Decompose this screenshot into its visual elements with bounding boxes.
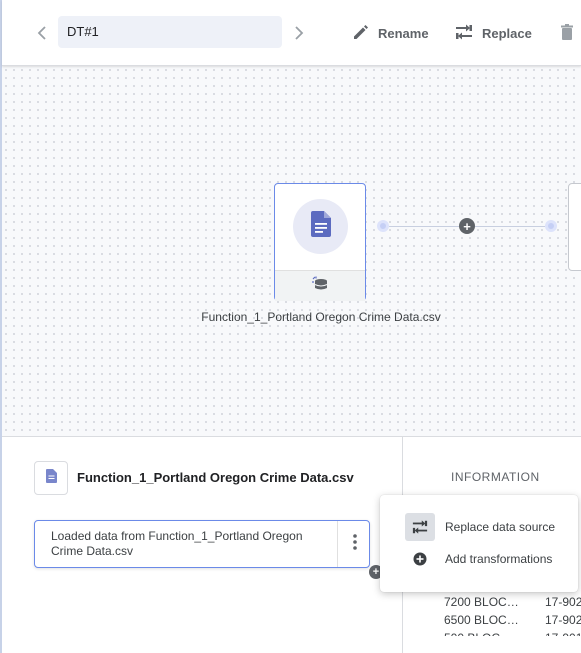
menu-item-replace-data-source[interactable]: Replace data source	[380, 511, 578, 543]
database-sync-icon	[311, 276, 329, 297]
toolbar: DT#1 Rename Replace	[2, 0, 581, 66]
swap-icon	[405, 513, 435, 541]
node-footer	[275, 270, 365, 301]
step-card[interactable]: Loaded data from Function_1_Portland Ore…	[34, 520, 370, 568]
rename-label: Rename	[378, 25, 429, 41]
node-icon-circle	[293, 199, 348, 254]
connector-dot-right[interactable]	[545, 220, 557, 232]
step-text: Loaded data from Function_1_Portland Ore…	[51, 529, 303, 558]
connector-line	[475, 226, 545, 227]
add-circle-icon	[405, 545, 435, 573]
menu-item-label: Replace data source	[445, 520, 556, 534]
more-options-button[interactable]	[337, 521, 371, 567]
context-menu: Replace data source Add transformations	[380, 495, 578, 592]
node-label: Function_1_Portland Oregon Crime Data.cs…	[201, 310, 441, 324]
document-icon	[45, 468, 57, 488]
table-cell: 17-902	[545, 595, 581, 609]
table-cell: 17-901	[545, 631, 581, 636]
table-cell: 7200 BLOC…	[444, 595, 519, 609]
menu-item-add-transformations[interactable]: Add transformations	[380, 543, 578, 575]
next-node[interactable]	[568, 183, 581, 271]
replace-button[interactable]: Replace	[454, 22, 532, 44]
source-node[interactable]	[274, 183, 366, 301]
dataset-name-field[interactable]: DT#1	[58, 16, 282, 48]
replace-label: Replace	[482, 25, 532, 41]
pencil-icon	[352, 23, 370, 44]
next-arrow-icon[interactable]	[289, 22, 309, 44]
information-heading: INFORMATION	[451, 470, 540, 484]
delete-button[interactable]	[558, 22, 576, 44]
table-cell: 17-902	[545, 613, 581, 627]
trash-icon	[558, 23, 576, 44]
previous-arrow-icon[interactable]	[32, 22, 52, 44]
file-title: Function_1_Portland Oregon Crime Data.cs…	[77, 470, 354, 485]
table-cell: 6500 BLOC…	[444, 613, 519, 627]
document-icon	[310, 211, 331, 242]
table-cell: 500 BLOC…	[444, 631, 512, 636]
connector-dot-left[interactable]	[377, 220, 389, 232]
connector-line	[389, 226, 459, 227]
rename-button[interactable]: Rename	[352, 22, 429, 44]
add-step-icon[interactable]: +	[459, 218, 475, 234]
file-icon-box	[34, 461, 68, 495]
kebab-icon	[352, 533, 357, 555]
swap-icon	[454, 23, 474, 44]
menu-item-label: Add transformations	[445, 552, 553, 566]
